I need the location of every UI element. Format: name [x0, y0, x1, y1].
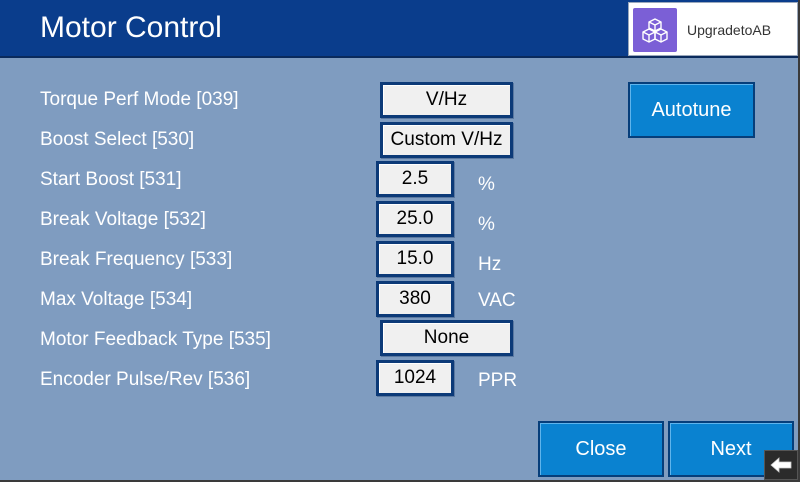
encoder-pulse-rev-unit: PPR: [478, 370, 518, 391]
motor-control-screen: Motor Control UpgradetoAB Torque Perf Mo…: [0, 0, 800, 482]
autotune-button[interactable]: Autotune: [628, 82, 755, 138]
max-voltage-unit: VAC: [478, 290, 516, 311]
break-frequency-unit: Hz: [478, 254, 502, 275]
close-button[interactable]: Close: [538, 421, 664, 477]
encoder-pulse-rev-label: Encoder Pulse/Rev [536]: [40, 369, 251, 390]
max-voltage-field[interactable]: 380: [376, 281, 454, 317]
encoder-pulse-rev-field[interactable]: 1024: [376, 360, 454, 396]
back-arrow-icon: [770, 457, 792, 473]
boost-select-field[interactable]: Custom V/Hz: [380, 122, 513, 158]
torque-perf-mode-field[interactable]: V/Hz: [380, 82, 513, 118]
page-title: Motor Control: [40, 11, 222, 44]
back-arrow-button[interactable]: [764, 450, 798, 480]
upgrade-logo: UpgradetoAB: [628, 2, 798, 56]
break-frequency-field[interactable]: 15.0: [376, 241, 454, 277]
break-frequency-label: Break Frequency [533]: [40, 249, 233, 270]
boost-select-label: Boost Select [530]: [40, 129, 195, 150]
header-bar: Motor Control UpgradetoAB: [0, 0, 798, 58]
start-boost-field[interactable]: 2.5: [376, 161, 454, 197]
start-boost-unit: %: [478, 174, 495, 195]
break-voltage-unit: %: [478, 214, 495, 235]
logo-text: UpgradetoAB: [687, 22, 772, 38]
cubes-icon: [633, 8, 677, 52]
break-voltage-field[interactable]: 25.0: [376, 201, 454, 237]
break-voltage-label: Break Voltage [532]: [40, 209, 206, 230]
motor-feedback-type-field[interactable]: None: [380, 320, 513, 356]
max-voltage-label: Max Voltage [534]: [40, 289, 193, 310]
motor-feedback-type-label: Motor Feedback Type [535]: [40, 329, 271, 350]
torque-perf-mode-label: Torque Perf Mode [039]: [40, 89, 239, 110]
start-boost-label: Start Boost [531]: [40, 169, 182, 190]
